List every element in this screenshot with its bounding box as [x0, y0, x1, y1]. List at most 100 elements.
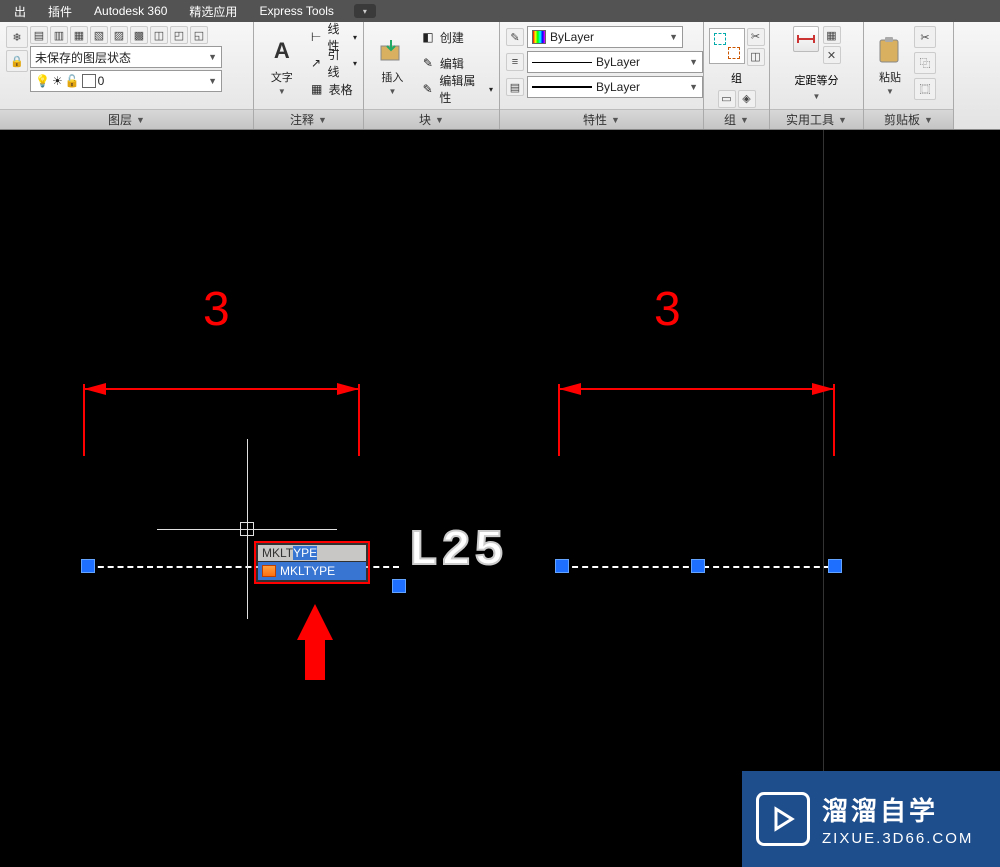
linear-icon: ⊢ [308, 28, 325, 46]
menu-a360[interactable]: Autodesk 360 [84, 2, 177, 20]
layer-walk-icon[interactable]: ◫ [150, 26, 168, 44]
text-entity-l25[interactable]: L25 [408, 523, 507, 580]
lock-open-icon: 🔓 [65, 74, 80, 88]
edit-block-button[interactable]: ✎编辑 [419, 52, 493, 74]
insert-block-button[interactable]: 插入 ▼ [370, 26, 415, 104]
edit-attr-icon: ✎ [419, 80, 436, 98]
text-button[interactable]: A 文字 ▼ [260, 26, 304, 104]
group-edit-icon[interactable]: ◫ [747, 48, 765, 66]
panel-properties: ✎ ByLayer ▼ ≡ ByLayer ▼ ▤ By [500, 22, 704, 129]
leader-button[interactable]: ↗引线 ▾ [308, 52, 357, 74]
edit-attr-button[interactable]: ✎编辑属性 ▾ [419, 78, 493, 100]
menu-output[interactable]: 出 [4, 1, 36, 22]
layer-off-icon[interactable]: ▦ [70, 26, 88, 44]
layer-merge-icon[interactable]: ◰ [170, 26, 188, 44]
panel-title-clipboard[interactable]: 剪贴板▼ [864, 109, 953, 129]
dim2-arrow-left [559, 383, 581, 395]
grip-midpoint[interactable] [691, 559, 705, 573]
grid-line-vertical [823, 130, 824, 867]
paste-icon [874, 35, 906, 67]
point-style-icon[interactable]: ✕ [823, 46, 841, 64]
quickcalc-icon[interactable]: ▦ [823, 26, 841, 44]
ribbon: ❄ 🔒 ▤ ▥ ▦ ▧ ▨ ▩ ◫ ◰ ◱ [0, 22, 1000, 130]
menu-express[interactable]: Express Tools [249, 2, 343, 20]
grip-endpoint[interactable] [81, 559, 95, 573]
table-icon: ▦ [308, 80, 326, 98]
dim1-arrow-right [337, 383, 359, 395]
chevron-down-icon: ▼ [689, 57, 698, 67]
linear-dim-button[interactable]: ⊢线性 ▾ [308, 26, 357, 48]
layer-current-dropdown[interactable]: 💡 ☀ 🔓 0 ▼ [30, 70, 222, 92]
tab-overflow-icon[interactable]: ▾ [354, 4, 376, 18]
copy-icon[interactable]: ⿻ [914, 52, 936, 74]
annotation-arrow-stem [305, 638, 325, 680]
chevron-down-icon: ▼ [813, 92, 821, 101]
panel-title-layers[interactable]: 图层▼ [0, 109, 253, 129]
create-icon: ◧ [419, 28, 437, 46]
dimension-text-2[interactable]: 3 [654, 282, 681, 337]
lineweight-dropdown[interactable]: ByLayer ▼ [527, 51, 703, 73]
create-block-button[interactable]: ◧创建 [419, 26, 493, 48]
linetype-dropdown[interactable]: ByLayer ▼ [527, 76, 703, 98]
group-icon[interactable] [709, 28, 745, 64]
transparency-icon[interactable]: ▤ [506, 78, 524, 96]
layer-freeze-icon[interactable]: ❄ [6, 26, 28, 48]
table-button[interactable]: ▦表格 [308, 78, 357, 100]
panel-title-group[interactable]: 组▼ [704, 109, 769, 129]
paste-button[interactable]: 粘贴 ▼ [870, 26, 910, 104]
panel-utilities: ▦ ✕ 定距等分 ▼ 实用工具▼ [770, 22, 864, 129]
command-input-echo: MKLTYPE [258, 545, 366, 561]
layer-prev-icon[interactable]: ▩ [130, 26, 148, 44]
chevron-down-icon: ▼ [886, 87, 894, 96]
leader-icon: ↗ [308, 54, 325, 72]
group-bbox-icon[interactable]: ▭ [718, 90, 736, 108]
panel-clipboard: 粘贴 ▼ ✂ ⿻ ⿴ 剪贴板▼ [864, 22, 954, 129]
dim1-line [84, 388, 359, 390]
drawing-canvas[interactable]: 3 3 L25 MKLTYPE MKLTYPE 溜溜自学 [0, 130, 1000, 867]
crosshair-pickbox [240, 522, 254, 536]
layer-color-swatch [82, 74, 96, 88]
layer-on-icon[interactable]: ▧ [90, 26, 108, 44]
panel-title-annotation[interactable]: 注释▼ [254, 109, 363, 129]
cut-icon[interactable]: ✂ [914, 26, 936, 48]
layer-state-value: 未保存的图层状态 [35, 49, 131, 66]
menu-bar: 出 插件 Autodesk 360 精选应用 Express Tools ▾ [0, 0, 1000, 22]
list-icon[interactable]: ≡ [506, 53, 524, 71]
grip-endpoint[interactable] [392, 579, 406, 593]
command-tooltip: MKLTYPE MKLTYPE [254, 541, 370, 584]
dimension-text-1[interactable]: 3 [203, 282, 230, 337]
color-dropdown[interactable]: ByLayer ▼ [527, 26, 683, 48]
match-prop-icon[interactable]: ✎ [506, 28, 524, 46]
grip-endpoint[interactable] [555, 559, 569, 573]
watermark-url: ZIXUE.3D66.COM [822, 830, 973, 847]
layer-lock-icon[interactable]: 🔒 [6, 50, 28, 72]
layer-del-icon[interactable]: ◱ [190, 26, 208, 44]
layer-uniso-icon[interactable]: ▥ [50, 26, 68, 44]
layer-state-dropdown[interactable]: 未保存的图层状态 ▼ [30, 46, 222, 68]
menu-featured[interactable]: 精选应用 [179, 1, 247, 22]
command-icon [262, 565, 276, 577]
menu-addins[interactable]: 插件 [38, 1, 82, 22]
layer-current-value: 0 [98, 74, 105, 88]
copy-base-icon[interactable]: ⿴ [914, 78, 936, 100]
ungroup-icon[interactable]: ✂ [747, 28, 765, 46]
panel-title-util[interactable]: 实用工具▼ [770, 109, 863, 129]
group-select-icon[interactable]: ◈ [738, 90, 756, 108]
chevron-down-icon: ▼ [689, 82, 698, 92]
panel-title-properties[interactable]: 特性▼ [500, 109, 703, 129]
watermark-title: 溜溜自学 [822, 791, 973, 828]
layer-match-icon[interactable]: ▨ [110, 26, 128, 44]
sun-icon: ☀ [52, 74, 63, 88]
measure-dist-icon[interactable] [793, 26, 819, 52]
chevron-down-icon: ▼ [388, 87, 396, 96]
group-label: 组 [731, 70, 742, 86]
panel-layers: ❄ 🔒 ▤ ▥ ▦ ▧ ▨ ▩ ◫ ◰ ◱ [0, 22, 254, 129]
command-suggestion[interactable]: MKLTYPE [258, 562, 366, 580]
grip-endpoint[interactable] [828, 559, 842, 573]
panel-title-block[interactable]: 块▼ [364, 109, 499, 129]
edit-icon: ✎ [419, 54, 437, 72]
panel-block: 插入 ▼ ◧创建 ✎编辑 ✎编辑属性 ▾ 块▼ [364, 22, 500, 129]
lineweight-preview [532, 62, 592, 63]
layer-iso-icon[interactable]: ▤ [30, 26, 48, 44]
panel-annotation: A 文字 ▼ ⊢线性 ▾ ↗引线 ▾ ▦表格 注释▼ [254, 22, 364, 129]
